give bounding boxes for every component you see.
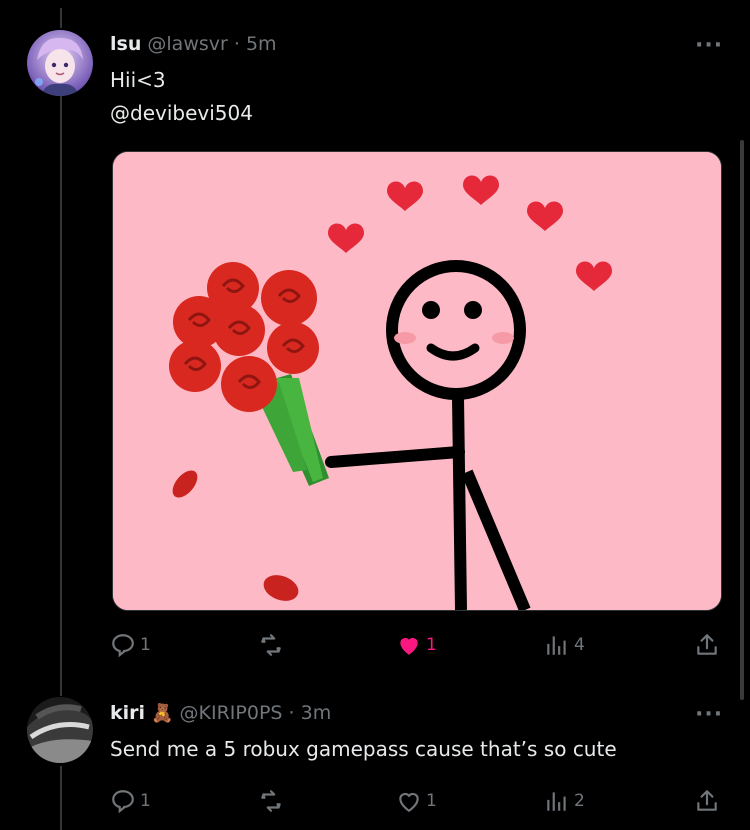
repost-button[interactable]	[257, 788, 289, 814]
views-button[interactable]: 4	[544, 632, 585, 658]
stickman-roses-illustration	[113, 152, 721, 610]
reply-icon	[112, 790, 134, 814]
share-icon	[697, 634, 717, 655]
reply-actions: 1 1 2	[110, 788, 722, 818]
post-actions: 1 1 4	[110, 632, 722, 662]
repost-button[interactable]	[257, 632, 289, 658]
thread-line-top	[60, 8, 62, 28]
mention-link[interactable]: @devibevi504	[110, 101, 253, 125]
more-icon[interactable]: ···	[695, 702, 723, 727]
post-header: lsu @lawsvr · 5m	[110, 33, 277, 55]
thread-line	[60, 96, 62, 696]
avatar-image	[27, 697, 93, 763]
views-icon	[547, 792, 566, 811]
like-count: 1	[426, 791, 437, 811]
like-count: 1	[426, 635, 437, 655]
share-button[interactable]	[694, 788, 720, 814]
more-icon[interactable]: ···	[695, 33, 723, 58]
heart-icon	[399, 792, 419, 813]
like-button[interactable]: 1	[396, 632, 437, 658]
views-count: 2	[574, 791, 585, 811]
handle[interactable]: @KIRIP0PS	[180, 702, 283, 724]
teddy-bear-icon: 🧸	[151, 703, 174, 724]
share-button[interactable]	[694, 632, 720, 658]
heart-icon	[400, 637, 418, 655]
reply-count: 1	[140, 635, 151, 655]
avatar-image	[27, 30, 93, 96]
repost-icon	[261, 634, 281, 656]
repost-icon	[261, 790, 281, 812]
avatar-lsu[interactable]	[27, 30, 93, 96]
reply-button[interactable]: 1	[110, 632, 151, 658]
post-image[interactable]	[112, 151, 722, 611]
share-icon	[697, 790, 717, 811]
reply-icon	[112, 634, 134, 658]
thread-line-bottom	[60, 766, 62, 830]
timestamp[interactable]: · 3m	[289, 702, 332, 724]
post-text-line1: Hii<3	[110, 68, 166, 92]
display-name[interactable]: lsu	[110, 33, 141, 55]
reply-button[interactable]: 1	[110, 788, 151, 814]
views-count: 4	[574, 635, 585, 655]
like-button[interactable]: 1	[396, 788, 437, 814]
avatar-kiri[interactable]	[27, 697, 93, 763]
display-name[interactable]: kiri	[110, 702, 145, 724]
reply-header: kiri 🧸 @KIRIP0PS · 3m	[110, 702, 331, 724]
views-button[interactable]: 2	[544, 788, 585, 814]
reply-text: Send me a 5 robux gamepass cause that’s …	[110, 737, 617, 761]
handle[interactable]: @lawsvr	[147, 33, 227, 55]
views-icon	[547, 636, 566, 655]
scrollbar[interactable]	[740, 140, 744, 700]
reply-count: 1	[140, 791, 151, 811]
timestamp[interactable]: · 5m	[234, 33, 277, 55]
